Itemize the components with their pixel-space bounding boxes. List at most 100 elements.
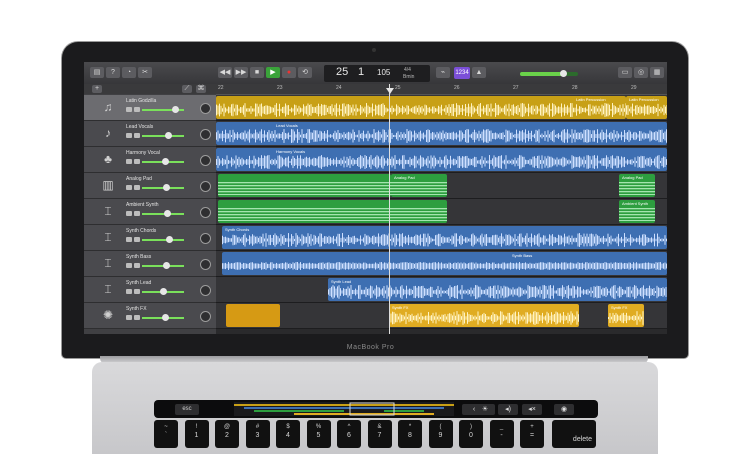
region[interactable]: Lead Vocals bbox=[216, 122, 667, 145]
key[interactable]: #3 bbox=[245, 420, 270, 448]
esc-key[interactable]: esc bbox=[175, 404, 199, 415]
track-volume-slider[interactable] bbox=[142, 239, 184, 241]
key[interactable]: @2 bbox=[215, 420, 239, 448]
track-header[interactable]: ▥ Analog Pad bbox=[84, 173, 216, 199]
mute-button[interactable] bbox=[126, 159, 132, 164]
media-browser-icon[interactable]: ▦ bbox=[650, 67, 664, 78]
solo-button[interactable] bbox=[134, 315, 140, 320]
track-header[interactable]: ♪ Lead Vocals bbox=[84, 121, 216, 147]
track-header[interactable]: ⌶ Synth Bass bbox=[84, 251, 216, 277]
pan-knob[interactable] bbox=[200, 259, 211, 270]
stop-icon[interactable]: ■ bbox=[250, 67, 264, 78]
track-volume-slider[interactable] bbox=[142, 213, 184, 215]
cycle-icon[interactable]: ⟲ bbox=[298, 67, 312, 78]
region[interactable]: Synth FX bbox=[389, 304, 579, 327]
solo-button[interactable] bbox=[134, 211, 140, 216]
key[interactable]: & 7 bbox=[367, 420, 392, 448]
solo-button[interactable] bbox=[134, 159, 140, 164]
pan-knob[interactable] bbox=[200, 129, 211, 140]
pan-knob[interactable] bbox=[200, 207, 211, 218]
region[interactable] bbox=[218, 200, 447, 223]
notepad-icon[interactable]: ▭ bbox=[618, 67, 632, 78]
help-icon[interactable]: ? bbox=[106, 67, 120, 78]
track-volume-knob[interactable] bbox=[164, 210, 171, 217]
smart-controls-icon[interactable]: ◔ bbox=[122, 67, 136, 78]
mute-icon[interactable]: ◂× bbox=[522, 404, 542, 415]
add-track-icon[interactable]: + bbox=[92, 85, 102, 93]
region[interactable]: Analog Pad bbox=[391, 174, 447, 197]
mute-button[interactable] bbox=[126, 263, 132, 268]
solo-button[interactable] bbox=[134, 289, 140, 294]
track-volume-knob[interactable] bbox=[163, 184, 170, 191]
region[interactable] bbox=[218, 174, 391, 197]
tuner-icon[interactable]: ⌁ bbox=[436, 67, 450, 78]
track-volume-knob[interactable] bbox=[162, 158, 169, 165]
track-header[interactable]: ♣ Harmony Vocal bbox=[84, 147, 216, 173]
key[interactable]: (9 bbox=[428, 420, 453, 448]
region[interactable]: Synth Lead bbox=[328, 278, 667, 301]
count-in-button[interactable]: 1234 bbox=[454, 67, 470, 79]
region[interactable]: Ambient Synth bbox=[619, 200, 655, 223]
key[interactable]: ~ ` bbox=[154, 420, 178, 448]
key[interactable]: ) 0 bbox=[459, 420, 483, 448]
region[interactable]: Latin Percussion bbox=[216, 96, 626, 119]
solo-button[interactable] bbox=[134, 263, 140, 268]
solo-button[interactable] bbox=[134, 237, 140, 242]
track-volume-knob[interactable] bbox=[163, 262, 170, 269]
region[interactable] bbox=[226, 304, 280, 327]
rewind-icon[interactable]: ◀◀ bbox=[218, 67, 232, 78]
metronome-icon[interactable]: ▲ bbox=[472, 67, 486, 78]
mute-button[interactable] bbox=[126, 107, 132, 112]
region[interactable]: Harmony Vocals bbox=[216, 148, 667, 171]
track-volume-knob[interactable] bbox=[166, 236, 173, 243]
track-volume-knob[interactable] bbox=[160, 288, 167, 295]
solo-button[interactable] bbox=[134, 133, 140, 138]
solo-button[interactable] bbox=[134, 107, 140, 112]
delete-key[interactable]: delete bbox=[552, 420, 596, 448]
pan-knob[interactable] bbox=[200, 181, 211, 192]
mute-button[interactable] bbox=[126, 315, 132, 320]
volume-icon[interactable]: ◂) bbox=[498, 404, 518, 415]
key[interactable]: $4 bbox=[276, 420, 300, 448]
region[interactable]: Latin Percussion bbox=[626, 96, 667, 119]
master-volume-knob[interactable] bbox=[560, 70, 567, 77]
track-header[interactable]: ⌶ Synth Lead bbox=[84, 277, 216, 303]
scissors-icon[interactable]: ✂ bbox=[138, 67, 152, 78]
pan-knob[interactable] bbox=[200, 311, 211, 322]
pan-knob[interactable] bbox=[200, 103, 211, 114]
key[interactable]: % 5 bbox=[306, 420, 331, 448]
region[interactable]: Analog Pad bbox=[619, 174, 655, 197]
brightness-icon[interactable]: ☀ bbox=[475, 404, 495, 415]
record-icon[interactable]: ● bbox=[282, 67, 296, 78]
loop-browser-icon[interactable]: ◎ bbox=[634, 67, 648, 78]
key[interactable]: + = bbox=[520, 420, 544, 448]
mute-button[interactable] bbox=[126, 133, 132, 138]
siri-icon[interactable]: ◉ bbox=[554, 404, 574, 415]
track-volume-knob[interactable] bbox=[165, 132, 172, 139]
playhead[interactable] bbox=[389, 84, 390, 334]
track-volume-slider[interactable] bbox=[142, 135, 184, 137]
mute-button[interactable] bbox=[126, 185, 132, 190]
region[interactable]: Synth FX bbox=[608, 304, 644, 327]
key[interactable]: ^ 6 bbox=[337, 420, 361, 448]
ruler[interactable]: 22 23 24 25 26 27 28 29 bbox=[216, 84, 667, 95]
mute-button[interactable] bbox=[126, 211, 132, 216]
mute-button[interactable] bbox=[126, 289, 132, 294]
playhead-handle[interactable] bbox=[386, 88, 394, 94]
track-volume-knob[interactable] bbox=[162, 314, 169, 321]
automation-icon[interactable]: ⟋ bbox=[182, 85, 192, 93]
play-icon[interactable]: ▶ bbox=[266, 67, 280, 78]
pan-knob[interactable] bbox=[200, 233, 211, 244]
key[interactable]: ! 1 bbox=[184, 420, 209, 448]
lcd-display[interactable]: 25 1 105 4/4 Bmin bbox=[324, 65, 430, 82]
track-header[interactable]: ✺ Synth FX bbox=[84, 303, 216, 329]
filter-icon[interactable]: ⌘ bbox=[196, 85, 206, 93]
fast-forward-icon[interactable]: ▶▶ bbox=[234, 67, 248, 78]
region[interactable]: Synth Bass bbox=[222, 252, 667, 275]
region[interactable]: Synth Chords bbox=[222, 226, 667, 249]
track-header[interactable]: ⌶ Synth Chords bbox=[84, 225, 216, 251]
key[interactable]: _ - bbox=[489, 420, 514, 448]
track-header[interactable]: ♫ Latin Godzilla bbox=[84, 95, 216, 121]
key[interactable]: * 8 bbox=[398, 420, 422, 448]
track-header[interactable]: ⌶ Ambient Synth bbox=[84, 199, 216, 225]
